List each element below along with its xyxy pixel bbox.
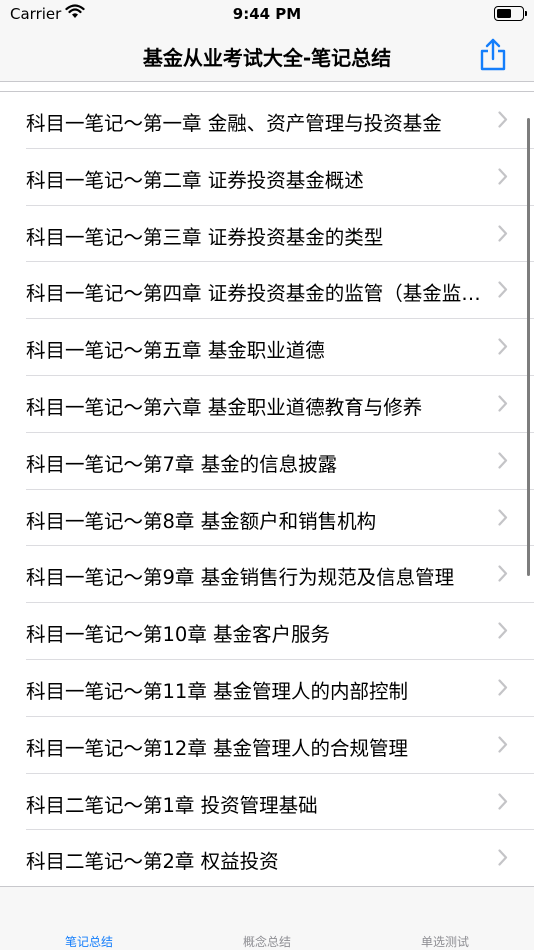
chevron-right-icon bbox=[498, 338, 508, 355]
list-item[interactable]: 科目二笔记～第2章 权益投资 bbox=[26, 830, 534, 886]
scrollbar[interactable] bbox=[527, 118, 530, 576]
list-item[interactable]: 科目一笔记～第三章 证券投资基金的类型 bbox=[26, 206, 534, 263]
list-item-label: 科目一笔记～第8章 基金额户和销售机构 bbox=[26, 509, 377, 533]
tab-0[interactable]: 笔记总结 bbox=[0, 933, 178, 950]
list-item-label: 科目一笔记～第9章 基金销售行为规范及信息管理 bbox=[26, 566, 455, 590]
share-icon[interactable] bbox=[478, 37, 508, 71]
list-item[interactable]: 科目一笔记～第11章 基金管理人的内部控制 bbox=[26, 660, 534, 717]
list-item[interactable]: 科目二笔记～第1章 投资管理基础 bbox=[26, 774, 534, 831]
list-item[interactable]: 科目一笔记～第一章 金融、资产管理与投资基金 bbox=[26, 92, 534, 149]
list-item-label: 科目一笔记～第7章 基金的信息披露 bbox=[26, 452, 338, 476]
list-item-label: 科目一笔记～第三章 证券投资基金的类型 bbox=[26, 225, 384, 249]
status-bar: Carrier 9:44 PM bbox=[0, 0, 534, 28]
list-item-label: 科目一笔记～第一章 金融、资产管理与投资基金 bbox=[26, 112, 442, 135]
tab-1[interactable]: 概念总结 bbox=[178, 933, 356, 950]
list-item-label: 科目一笔记～第五章 基金职业道德 bbox=[26, 339, 325, 363]
list-item[interactable]: 科目一笔记～第12章 基金管理人的合规管理 bbox=[26, 717, 534, 774]
chevron-right-icon bbox=[498, 792, 508, 810]
list-item[interactable]: 科目一笔记～第8章 基金额户和销售机构 bbox=[26, 490, 534, 547]
tab-2[interactable]: 单选测试 bbox=[356, 933, 534, 950]
navigation-bar: 基金从业考试大全-笔记总结 bbox=[0, 28, 534, 82]
list-item[interactable]: 科目一笔记～第六章 基金职业道德教育与修养 bbox=[26, 376, 534, 433]
chevron-right-icon bbox=[498, 395, 508, 412]
list-item-label: 科目一笔记～第六章 基金职业道德教育与修养 bbox=[26, 395, 423, 419]
tab-bar: 笔记总结 概念总结 单选测试 bbox=[0, 886, 534, 950]
chevron-right-icon bbox=[498, 168, 508, 185]
list-item-label: 科目二笔记～第2章 权益投资 bbox=[26, 850, 279, 874]
chevron-right-icon bbox=[498, 111, 508, 128]
chevron-right-icon bbox=[498, 281, 508, 298]
chevron-right-icon bbox=[498, 508, 508, 526]
chevron-right-icon bbox=[498, 565, 508, 582]
list-item[interactable]: 科目一笔记～第五章 基金职业道德 bbox=[26, 319, 534, 376]
list-item-label: 科目一笔记～第二章 证券投资基金概述 bbox=[26, 168, 364, 192]
list-item-label: 科目一笔记～第四章 证券投资基金的监管（基金监管） bbox=[26, 282, 481, 306]
list-item[interactable]: 科目一笔记～第二章 证券投资基金概述 bbox=[26, 149, 534, 206]
list-item-label: 科目一笔记～第10章 基金客户服务 bbox=[26, 623, 331, 647]
chevron-right-icon bbox=[498, 679, 508, 696]
list-item[interactable]: 科目一笔记～第四章 证券投资基金的监管（基金监管） bbox=[26, 262, 534, 320]
chevron-right-icon bbox=[498, 849, 508, 866]
clock: 9:44 PM bbox=[232, 5, 302, 23]
page-title: 基金从业考试大全-笔记总结 bbox=[142, 46, 392, 70]
list-item[interactable]: 科目一笔记～第9章 基金销售行为规范及信息管理 bbox=[26, 546, 534, 604]
list-item[interactable]: 科目一笔记～第10章 基金客户服务 bbox=[26, 603, 534, 660]
chevron-right-icon bbox=[498, 736, 508, 753]
chevron-right-icon bbox=[498, 452, 508, 469]
battery-icon bbox=[494, 6, 527, 21]
list-item-label: 科目一笔记～第11章 基金管理人的内部控制 bbox=[26, 679, 409, 703]
chevron-right-icon bbox=[498, 224, 508, 242]
list-item-label: 科目二笔记～第1章 投资管理基础 bbox=[26, 793, 318, 817]
list-item-label: 科目一笔记～第12章 基金管理人的合规管理 bbox=[26, 736, 409, 760]
list-item[interactable]: 科目一笔记～第7章 基金的信息披露 bbox=[26, 433, 534, 490]
notes-list[interactable]: 科目一笔记～第一章 金融、资产管理与投资基金 科目一笔记～第二章 证券投资基金概述… bbox=[0, 91, 534, 886]
chevron-right-icon bbox=[498, 622, 508, 639]
